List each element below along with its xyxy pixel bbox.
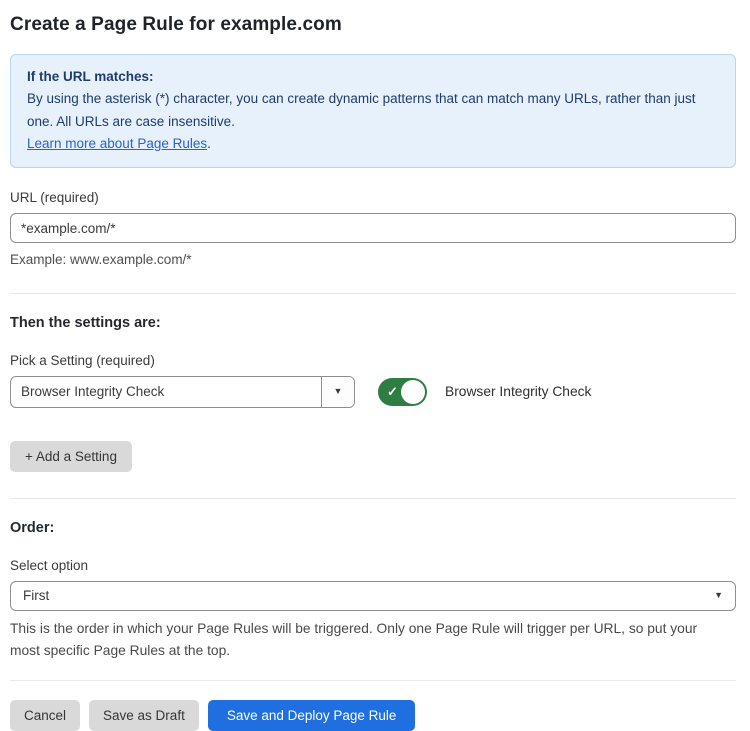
toggle-group: ✓ Browser Integrity Check xyxy=(378,378,591,406)
url-input[interactable] xyxy=(10,213,736,243)
learn-more-link[interactable]: Learn more about Page Rules xyxy=(27,136,207,151)
setting-row: Browser Integrity Check ▼ ✓ Browser Inte… xyxy=(10,376,736,408)
divider xyxy=(10,680,736,681)
link-period: . xyxy=(207,136,211,151)
toggle-knob xyxy=(401,380,425,404)
page-title: Create a Page Rule for example.com xyxy=(10,14,736,36)
save-as-draft-button[interactable]: Save as Draft xyxy=(89,700,199,731)
info-box-link-line: Learn more about Page Rules. xyxy=(27,133,719,155)
url-field-label: URL (required) xyxy=(10,190,736,205)
info-box-heading: If the URL matches: xyxy=(27,66,719,88)
pick-setting-label: Pick a Setting (required) xyxy=(10,353,736,368)
setting-dropdown-value: Browser Integrity Check xyxy=(11,377,321,407)
add-setting-button[interactable]: + Add a Setting xyxy=(10,441,132,472)
save-and-deploy-button[interactable]: Save and Deploy Page Rule xyxy=(208,700,416,731)
form-actions: Cancel Save as Draft Save and Deploy Pag… xyxy=(10,700,736,731)
chevron-down-icon: ▼ xyxy=(334,387,343,396)
page-rule-form: Create a Page Rule for example.com If th… xyxy=(0,0,750,731)
check-icon: ✓ xyxy=(387,384,398,400)
toggle-label: Browser Integrity Check xyxy=(445,384,591,399)
order-select-value: First xyxy=(23,588,49,603)
divider xyxy=(10,293,736,294)
setting-dropdown-arrow-button[interactable]: ▼ xyxy=(321,377,354,407)
settings-section-heading: Then the settings are: xyxy=(10,315,736,331)
order-select[interactable]: First ▼ xyxy=(10,581,736,611)
order-section-heading: Order: xyxy=(10,520,736,536)
url-match-info-box: If the URL matches: By using the asteris… xyxy=(10,54,736,168)
browser-integrity-toggle[interactable]: ✓ xyxy=(378,378,427,406)
divider xyxy=(10,498,736,499)
chevron-down-icon: ▼ xyxy=(714,591,723,600)
url-example-helper: Example: www.example.com/* xyxy=(10,250,736,271)
info-box-body: By using the asterisk (*) character, you… xyxy=(27,88,719,133)
setting-dropdown[interactable]: Browser Integrity Check ▼ xyxy=(10,376,355,408)
order-select-label: Select option xyxy=(10,558,736,573)
cancel-button[interactable]: Cancel xyxy=(10,700,80,731)
order-helper-text: This is the order in which your Page Rul… xyxy=(10,618,736,662)
